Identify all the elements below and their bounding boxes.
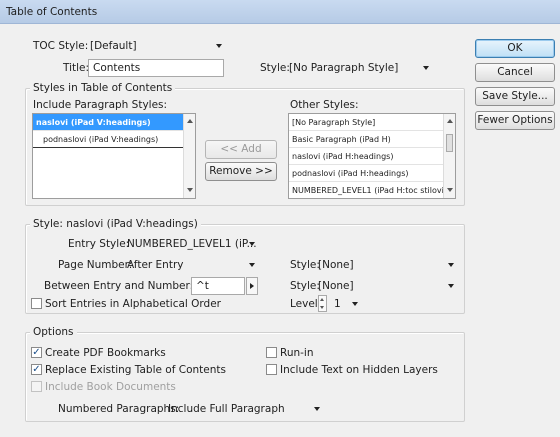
play-arrow-icon: [250, 283, 254, 289]
title-input[interactable]: Contents: [88, 59, 224, 77]
other-styles-label: Other Styles:: [290, 99, 359, 111]
list-item[interactable]: Basic Paragraph (iPad H): [289, 131, 443, 148]
other-styles-list[interactable]: [No Paragraph Style] Basic Paragraph (iP…: [288, 113, 456, 199]
level-value: 1: [334, 298, 341, 310]
sort-entries-checkbox[interactable]: [31, 298, 42, 309]
between-style-value: [None]: [318, 280, 354, 292]
between-style-label: Style:: [290, 280, 320, 292]
stepper-up-icon[interactable]: [320, 298, 324, 301]
list-item[interactable]: podnaslovi (iPad H:headings): [289, 165, 443, 182]
cancel-button[interactable]: Cancel: [475, 63, 555, 82]
chevron-down-icon: [216, 44, 222, 48]
scroll-thumb[interactable]: [446, 134, 453, 152]
chevron-down-icon: [314, 407, 320, 411]
create-pdf-bookmarks-label: Create PDF Bookmarks: [45, 347, 166, 359]
style-group-title: Style: naslovi (iPad V:headings): [30, 217, 201, 231]
entry-style-label: Entry Style:: [68, 238, 130, 250]
page-number-style-dropdown[interactable]: [None]: [318, 256, 458, 274]
styles-group-title: Styles in Table of Contents: [30, 81, 176, 95]
window-titlebar: Table of Contents: [0, 0, 560, 24]
page-number-style-value: [None]: [318, 259, 354, 271]
add-button[interactable]: << Add: [205, 140, 277, 159]
run-in-checkbox[interactable]: [266, 347, 277, 358]
scroll-down-icon[interactable]: [447, 188, 453, 192]
between-entry-input[interactable]: ^t: [191, 277, 245, 295]
entry-style-dropdown[interactable]: NUMBERED_LEVEL1 (iP...: [127, 235, 259, 253]
between-entry-label: Between Entry and Number:: [44, 280, 194, 292]
include-book-documents-checkbox[interactable]: [31, 381, 42, 392]
title-style-value: [No Paragraph Style]: [289, 62, 399, 74]
title-label: Title:: [63, 62, 90, 74]
between-entry-menu-button[interactable]: [246, 277, 258, 295]
scroll-down-icon[interactable]: [187, 188, 193, 192]
level-dropdown[interactable]: 1: [334, 295, 362, 313]
list-item[interactable]: naslovi (iPad V:headings): [33, 114, 183, 131]
list-item[interactable]: podnaslovi (iPad V:headings): [33, 131, 183, 148]
sort-entries-label: Sort Entries in Alphabetical Order: [45, 298, 221, 310]
options-group-title: Options: [30, 325, 77, 339]
numbered-paragraphs-dropdown[interactable]: Include Full Paragraph: [168, 400, 324, 418]
list-item[interactable]: [No Paragraph Style]: [289, 114, 443, 131]
level-stepper[interactable]: [318, 295, 327, 312]
other-list-scrollbar[interactable]: [443, 114, 455, 198]
chevron-down-icon: [448, 284, 454, 288]
page-number-dropdown[interactable]: After Entry: [127, 256, 259, 274]
toc-style-label: TOC Style:: [33, 40, 89, 52]
list-item[interactable]: NUMBERED_LEVEL1 (iPad H:toc stilovi): [289, 182, 443, 198]
page-number-value: After Entry: [127, 259, 184, 271]
ok-button[interactable]: OK: [475, 39, 555, 58]
window-title: Table of Contents: [6, 6, 98, 18]
chevron-down-icon: [423, 66, 429, 70]
include-hidden-layers-label: Include Text on Hidden Layers: [280, 364, 438, 376]
between-style-dropdown[interactable]: [None]: [318, 277, 458, 295]
scroll-up-icon[interactable]: [447, 119, 453, 123]
page-number-style-label: Style:: [290, 259, 320, 271]
numbered-paragraphs-label: Numbered Paragraphs:: [58, 403, 180, 415]
entry-style-value: NUMBERED_LEVEL1 (iP...: [127, 238, 257, 250]
create-pdf-bookmarks-checkbox[interactable]: ✓: [31, 347, 42, 358]
chevron-down-icon: [448, 263, 454, 267]
include-list-scrollbar[interactable]: [183, 114, 195, 198]
title-style-dropdown[interactable]: [No Paragraph Style]: [289, 59, 433, 77]
title-style-label: Style:: [260, 62, 290, 74]
include-hidden-layers-checkbox[interactable]: [266, 364, 277, 375]
chevron-down-icon: [249, 263, 255, 267]
replace-existing-checkbox[interactable]: ✓: [31, 364, 42, 375]
numbered-paragraphs-value: Include Full Paragraph: [168, 403, 285, 415]
scroll-up-icon[interactable]: [187, 119, 193, 123]
level-label: Level:: [290, 298, 322, 310]
fewer-options-button[interactable]: Fewer Options: [475, 111, 555, 130]
list-item[interactable]: naslovi (iPad H:headings): [289, 148, 443, 165]
include-styles-list[interactable]: naslovi (iPad V:headings) podnaslovi (iP…: [32, 113, 196, 199]
chevron-down-icon: [352, 302, 358, 306]
replace-existing-label: Replace Existing Table of Contents: [45, 364, 226, 376]
save-style-button[interactable]: Save Style...: [475, 87, 555, 106]
include-styles-label: Include Paragraph Styles:: [33, 99, 168, 111]
toc-style-value: [Default]: [90, 40, 137, 52]
toc-style-dropdown[interactable]: [Default]: [90, 37, 226, 55]
stepper-down-icon[interactable]: [320, 306, 324, 309]
chevron-down-icon: [249, 242, 255, 246]
remove-button[interactable]: Remove >>: [205, 162, 277, 181]
run-in-label: Run-in: [280, 347, 314, 359]
page-number-label: Page Number:: [58, 259, 133, 271]
include-book-documents-label: Include Book Documents: [45, 381, 176, 393]
